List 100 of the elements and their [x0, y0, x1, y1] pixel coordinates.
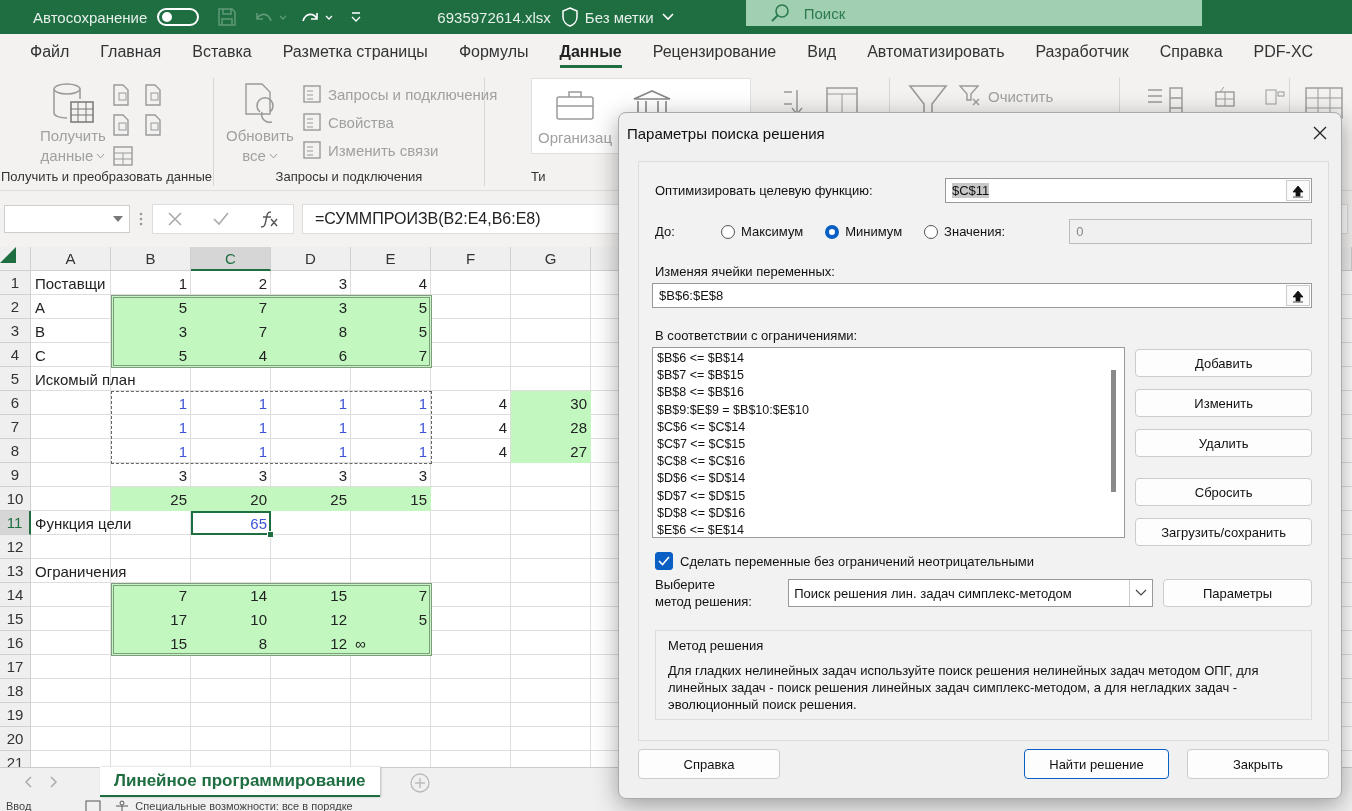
chevron-down-icon[interactable] — [661, 12, 674, 22]
dialog-button[interactable]: Закрыть — [1187, 749, 1329, 779]
constraint-item[interactable]: $B$6 <= $B$14 — [657, 350, 744, 368]
row-header[interactable]: 14 — [0, 583, 31, 607]
row-header[interactable]: 5 — [0, 367, 31, 391]
dialog-button[interactable]: Сбросить — [1135, 478, 1312, 506]
row-header[interactable]: 3 — [0, 319, 31, 343]
flash-fill-icon[interactable] — [1214, 86, 1236, 108]
menu-tab[interactable]: Автоматизировать — [867, 38, 1005, 68]
dialog-button[interactable]: Изменить — [1135, 389, 1312, 417]
constraint-item[interactable]: $D$6 <= $D$14 — [657, 470, 746, 488]
constraint-item[interactable]: $C$7 <= $C$15 — [657, 436, 746, 454]
scroll-left-icon[interactable] — [24, 776, 32, 788]
constraint-item[interactable]: $B$8 <= $B$16 — [657, 384, 744, 402]
accessibility-icon[interactable] — [115, 800, 130, 811]
table-cell: 27 — [511, 439, 591, 463]
row-header[interactable]: 6 — [0, 391, 31, 415]
menu-tab[interactable]: Формулы — [458, 38, 529, 68]
constraint-item[interactable]: $D$7 <= $D$15 — [657, 487, 746, 505]
row-header[interactable]: 13 — [0, 559, 31, 583]
radio-option[interactable]: Значения: — [924, 224, 1006, 239]
column-header[interactable]: A — [31, 247, 111, 271]
dialog-button[interactable]: Справка — [638, 749, 780, 779]
select-all-corner[interactable] — [0, 247, 31, 271]
row-header[interactable]: 15 — [0, 607, 31, 631]
menu-tab[interactable]: PDF-XC — [1253, 38, 1314, 68]
collapse-icon[interactable] — [1292, 288, 1304, 303]
constraint-item[interactable]: $C$8 <= $C$16 — [657, 453, 746, 471]
cell-label: C — [35, 346, 46, 364]
column-header[interactable]: B — [111, 247, 191, 271]
row-header[interactable]: 10 — [0, 487, 31, 511]
cell-label: Функция цели — [35, 514, 132, 532]
constraints-list[interactable]: $B$6 <= $B$14 $B$7 <= $B$15 $B$8 <= $B$16 $B$9:$E$9 = $B$10:$E$10 $C$6 <= $C$14 $C$7 <= $C$15 $C$8 <= $C$16 $D$6 <= $D$14 $D$7 <= $D$15 $D$8 <= $D$16 $E$6 <= $E$14 — [652, 347, 1126, 538]
table-cell: 6 — [271, 343, 351, 367]
checkbox[interactable] — [655, 552, 673, 570]
text-file-icon — [111, 84, 130, 106]
menu-tab[interactable]: Рецензирование — [652, 38, 777, 68]
menu-tab[interactable]: Файл — [30, 38, 70, 68]
table-cell: 20 — [191, 487, 271, 511]
constraint-item[interactable]: $B$9:$E$9 = $B$10:$E$10 — [657, 401, 809, 419]
column-header[interactable]: F — [431, 247, 511, 271]
row-header[interactable]: 16 — [0, 631, 31, 655]
row-header[interactable]: 17 — [0, 655, 31, 679]
scrollbar-thumb[interactable] — [1111, 370, 1117, 492]
menu-tab[interactable]: Разметка страницы — [282, 38, 428, 68]
table-cell-text: 4 — [497, 441, 508, 462]
column-header[interactable]: E — [351, 247, 431, 271]
remove-duplicates-icon[interactable] — [1264, 86, 1286, 108]
menu-tab[interactable]: Вид — [807, 38, 837, 68]
dialog-button[interactable]: Добавить — [1135, 349, 1312, 377]
constraint-item[interactable]: $C$6 <= $C$14 — [657, 418, 746, 436]
table-cell: 25 — [111, 487, 191, 511]
method-select[interactable]: Поиск решения лин. задач симплекс-методом — [788, 579, 1154, 607]
autosave-toggle[interactable] — [157, 8, 200, 26]
table-cell-text: 1 — [177, 441, 188, 462]
properties-icon — [301, 112, 322, 132]
sheet-tab[interactable]: Линейное программирование — [100, 767, 380, 797]
menu-tab[interactable]: Разработчик — [1035, 38, 1129, 68]
cell-label: Поставщи — [35, 274, 106, 292]
row-header[interactable]: 2 — [0, 295, 31, 319]
add-sheet-icon[interactable] — [409, 773, 430, 793]
menu-tab[interactable]: Данные — [559, 38, 622, 68]
function-icon[interactable] — [258, 210, 279, 228]
cancel-icon[interactable] — [167, 211, 184, 227]
save-icon[interactable] — [217, 7, 238, 27]
row-header[interactable]: 4 — [0, 343, 31, 367]
variables-field[interactable]: $B$6:$E$8 — [652, 283, 1312, 308]
confirm-icon[interactable] — [212, 211, 230, 227]
dialog-button[interactable]: Удалить — [1135, 429, 1312, 457]
row-header[interactable]: 19 — [0, 703, 31, 727]
constraint-item[interactable]: $B$7 <= $B$15 — [657, 367, 744, 385]
sensitivity-label[interactable]: Без метки — [584, 8, 654, 26]
name-box[interactable] — [4, 205, 130, 233]
dialog-button[interactable]: Загрузить/сохранить — [1135, 518, 1312, 546]
column-header[interactable]: G — [511, 247, 591, 271]
constraint-item[interactable]: $E$6 <= $E$14 — [657, 522, 744, 540]
database-icon — [50, 82, 95, 126]
constraint-item[interactable]: $D$8 <= $D$16 — [657, 504, 746, 523]
collapse-icon[interactable] — [1292, 183, 1304, 198]
menu-tab[interactable]: Главная — [100, 38, 162, 68]
row-header[interactable]: 11 — [0, 511, 31, 535]
column-header[interactable]: C — [191, 247, 271, 271]
macro-icon[interactable] — [85, 800, 102, 811]
row-header[interactable]: 1 — [0, 271, 31, 295]
row-header[interactable]: 7 — [0, 415, 31, 439]
menu-tab[interactable]: Вставка — [192, 38, 252, 68]
row-header[interactable]: 18 — [0, 679, 31, 703]
row-header[interactable]: 12 — [0, 535, 31, 559]
radio-option[interactable]: Максимум — [721, 224, 804, 239]
objective-field[interactable]: $C$11 — [945, 178, 1312, 203]
radio-option[interactable]: Минимум — [825, 224, 903, 239]
column-header[interactable]: D — [271, 247, 351, 271]
scroll-right-icon[interactable] — [50, 776, 58, 788]
row-header[interactable]: 8 — [0, 439, 31, 463]
dialog-button[interactable]: Найти решение — [1024, 749, 1169, 779]
row-header[interactable]: 20 — [0, 727, 31, 751]
menu-tab[interactable]: Справка — [1159, 38, 1223, 68]
row-header[interactable]: 9 — [0, 463, 31, 487]
parameters-button[interactable]: Параметры — [1163, 579, 1312, 607]
queries-pane-icon — [301, 84, 322, 104]
